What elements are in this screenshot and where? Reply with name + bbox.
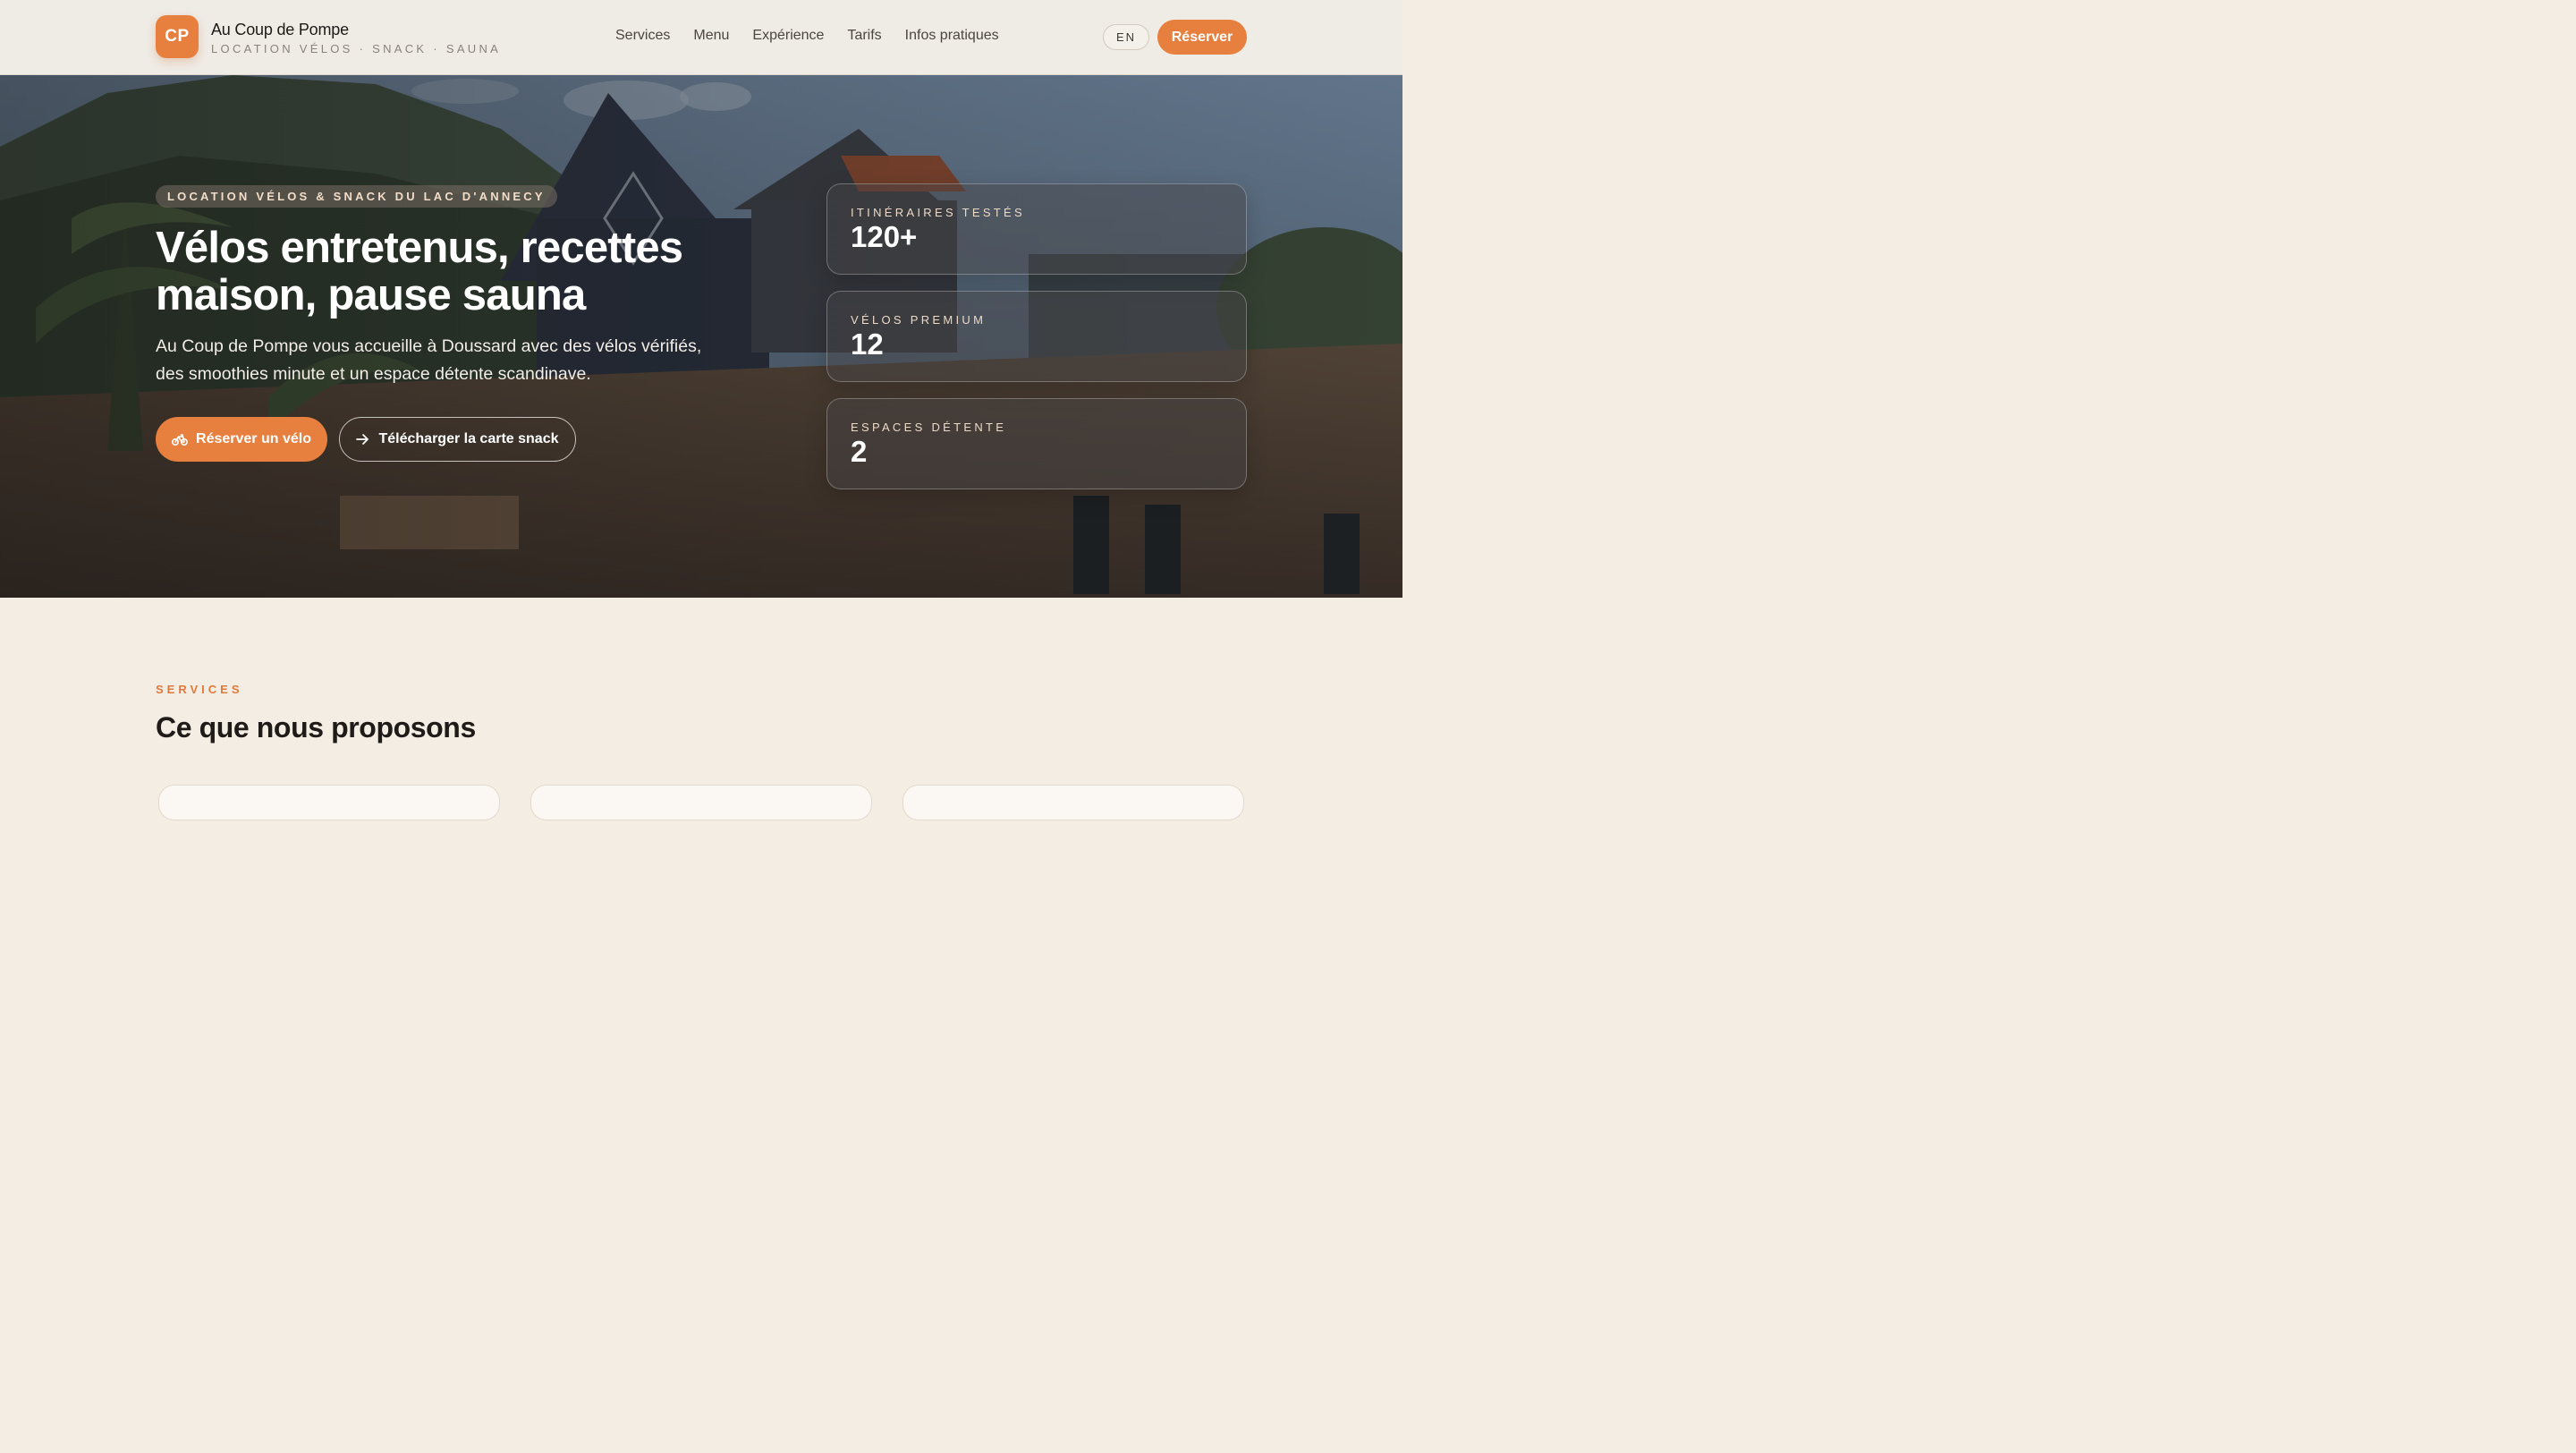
- main-nav: Services Menu Expérience Tarifs Infos pr…: [615, 28, 999, 44]
- logo-badge[interactable]: CP: [156, 15, 199, 58]
- nav-item-tarifs[interactable]: Tarifs: [847, 28, 881, 44]
- nav-item-infos-pratiques[interactable]: Infos pratiques: [905, 28, 999, 44]
- brand-name[interactable]: Au Coup de Pompe: [211, 21, 349, 39]
- stat-value: 2: [851, 435, 868, 468]
- service-card[interactable]: [158, 785, 500, 820]
- stat-card-itineraires: ITINÉRAIRES TESTÉS 120+: [826, 183, 1247, 275]
- stat-value: 12: [851, 327, 884, 361]
- reserve-bike-button[interactable]: Réserver un vélo: [156, 417, 327, 462]
- hero-eyebrow-badge: LOCATION VÉLOS & SNACK DU LAC D'ANNECY: [156, 185, 557, 208]
- service-card[interactable]: [530, 785, 872, 820]
- stat-label: VÉLOS PREMIUM: [851, 313, 987, 327]
- nav-item-services[interactable]: Services: [615, 28, 670, 44]
- hero-subtitle: Au Coup de Pompe vous accueille à Doussa…: [156, 336, 702, 384]
- stat-value: 120+: [851, 220, 918, 253]
- service-card[interactable]: [902, 785, 1244, 820]
- bike-icon: [172, 433, 189, 446]
- stat-card-velos-premium: VÉLOS PREMIUM 12: [826, 291, 1247, 382]
- download-snack-menu-button[interactable]: Télécharger la carte snack: [339, 417, 576, 462]
- nav-item-menu[interactable]: Menu: [693, 28, 729, 44]
- brand-tagline: LOCATION VÉLOS · SNACK · SAUNA: [211, 42, 502, 55]
- language-toggle-button[interactable]: EN: [1103, 24, 1149, 50]
- site-header: CP Au Coup de Pompe LOCATION VÉLOS · SNA…: [0, 0, 1402, 75]
- nav-item-experience[interactable]: Expérience: [752, 28, 824, 44]
- stat-label: ITINÉRAIRES TESTÉS: [851, 206, 1025, 219]
- hero-title: Vélos entretenus, recettes maison, pause…: [156, 224, 683, 319]
- services-eyebrow: SERVICES: [156, 683, 243, 696]
- stat-card-espaces-detente: ESPACES DÉTENTE 2: [826, 398, 1247, 489]
- stat-label: ESPACES DÉTENTE: [851, 421, 1007, 434]
- reserve-bike-button-label: Réserver un vélo: [196, 431, 311, 446]
- header-book-button[interactable]: Réserver: [1157, 20, 1247, 55]
- arrow-right-icon: [356, 434, 369, 445]
- download-snack-menu-button-label: Télécharger la carte snack: [378, 431, 559, 446]
- services-title: Ce que nous proposons: [156, 711, 476, 743]
